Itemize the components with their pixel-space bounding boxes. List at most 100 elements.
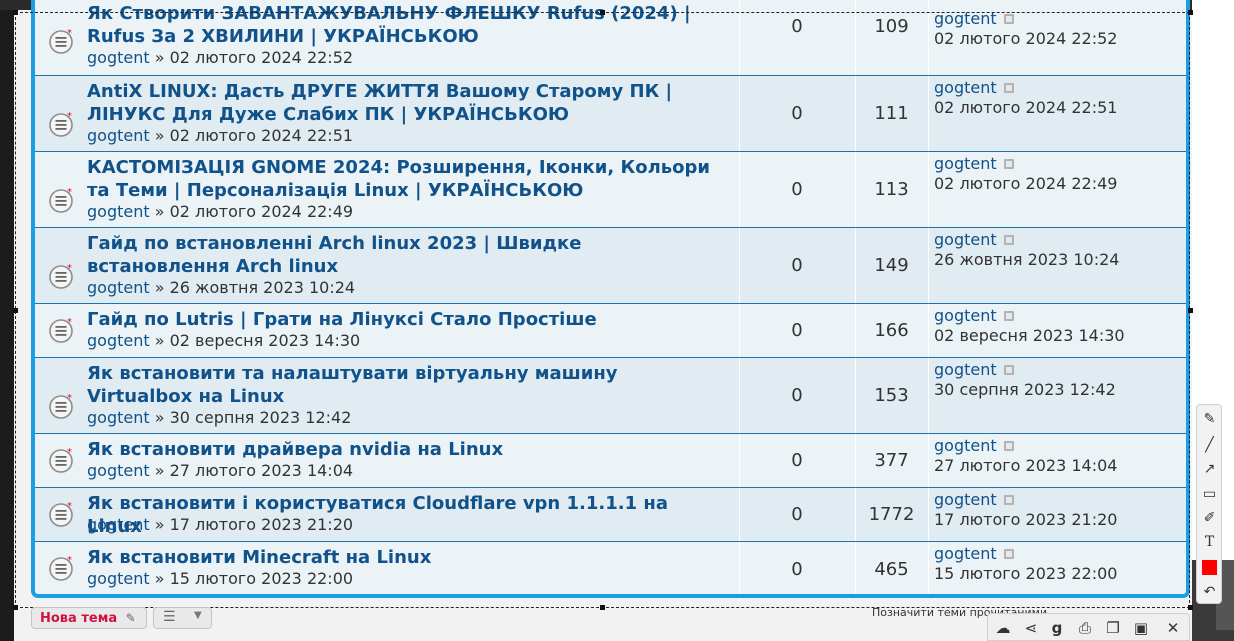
byline-separator: » bbox=[149, 278, 170, 297]
topic-title-link[interactable]: Гайд по встановленні Arch linux 2023 | Ш… bbox=[87, 232, 727, 278]
copy-icon[interactable]: ❐ bbox=[1102, 618, 1124, 638]
svg-text:*: * bbox=[67, 111, 72, 122]
topic-date: 02 лютого 2024 22:52 bbox=[169, 48, 354, 67]
last-post-author-link[interactable]: gogtent bbox=[934, 9, 997, 28]
selection-resize-handle[interactable] bbox=[1188, 605, 1193, 610]
column-separator bbox=[928, 0, 929, 75]
close-icon[interactable]: ✕ bbox=[1162, 618, 1184, 638]
topic-date: 02 лютого 2024 22:51 bbox=[169, 126, 354, 145]
topic-author-link[interactable]: gogtent bbox=[87, 202, 150, 221]
topic-date: 02 вересня 2023 14:30 bbox=[169, 331, 361, 350]
svg-text:*: * bbox=[67, 447, 72, 458]
share-icon[interactable]: ⋖ bbox=[1020, 618, 1042, 638]
topic-byline: gogtent » 02 лютого 2024 22:49 bbox=[87, 202, 353, 222]
rectangle-icon[interactable]: ▭ bbox=[1201, 486, 1218, 503]
search-google-icon[interactable]: g bbox=[1046, 618, 1068, 638]
text-icon[interactable]: T bbox=[1201, 534, 1218, 551]
column-separator bbox=[928, 358, 929, 433]
topic-row: * Гайд по Lutris | Грати на Лінуксі Стало… bbox=[35, 304, 1186, 358]
selection-resize-handle[interactable] bbox=[13, 10, 18, 15]
go-to-last-post-icon[interactable] bbox=[1003, 441, 1014, 451]
topic-title-link[interactable]: Як Створити ЗАВАНТАЖУВАЛЬНУ ФЛЕШКУ Rufus… bbox=[87, 2, 727, 48]
save-icon[interactable]: ▣ bbox=[1130, 618, 1152, 638]
topic-row: * Як встановити та налаштувати віртуальну… bbox=[35, 358, 1186, 434]
selection-resize-handle[interactable] bbox=[1188, 10, 1193, 15]
last-post-date: 17 лютого 2023 21:20 bbox=[934, 510, 1118, 529]
screenshot-actions-toolbar: ☁ ⋖ g ⎙ ❐ ▣ ✕ bbox=[987, 613, 1190, 641]
topic-author-link[interactable]: gogtent bbox=[87, 48, 150, 67]
last-post-author-link[interactable]: gogtent bbox=[934, 154, 997, 173]
go-to-last-post-icon[interactable] bbox=[1003, 83, 1014, 93]
go-to-last-post-icon[interactable] bbox=[1003, 549, 1014, 559]
print-icon[interactable]: ⎙ bbox=[1074, 618, 1096, 638]
topic-read-icon: * bbox=[49, 555, 73, 581]
topic-row: * Як встановити і користуватися Cloudflar… bbox=[35, 488, 1186, 542]
pencil-icon[interactable]: ✎ bbox=[1201, 411, 1218, 428]
chevron-down-icon: ▼ bbox=[194, 610, 202, 621]
go-to-last-post-icon[interactable] bbox=[1003, 495, 1014, 505]
topic-author-link[interactable]: gogtent bbox=[87, 331, 150, 350]
topic-author-link[interactable]: gogtent bbox=[87, 515, 150, 534]
topic-title-link[interactable]: КАСТОМІЗАЦІЯ GNOME 2024: Розширення, Іко… bbox=[87, 156, 727, 202]
last-post-date: 26 жовтня 2023 10:24 bbox=[934, 250, 1120, 269]
last-post-date: 30 серпня 2023 12:42 bbox=[934, 380, 1116, 399]
topic-title-link[interactable]: Гайд по Lutris | Грати на Лінуксі Стало … bbox=[87, 308, 727, 331]
sort-options-button[interactable]: ☰ ▼ bbox=[153, 607, 212, 629]
pencil-icon: ✎ bbox=[125, 611, 136, 625]
byline-separator: » bbox=[149, 461, 170, 480]
column-separator bbox=[928, 76, 929, 151]
topic-author-link[interactable]: gogtent bbox=[87, 408, 150, 427]
topic-date: 27 лютого 2023 14:04 bbox=[169, 461, 354, 480]
marker-icon[interactable]: ✐ bbox=[1201, 510, 1218, 527]
go-to-last-post-icon[interactable] bbox=[1003, 365, 1014, 375]
go-to-last-post-icon[interactable] bbox=[1003, 159, 1014, 169]
last-post-author-link[interactable]: gogtent bbox=[934, 490, 997, 509]
topic-read-icon: * bbox=[49, 187, 73, 213]
undo-icon[interactable]: ↶ bbox=[1201, 584, 1218, 601]
views-count: 113 bbox=[874, 179, 909, 200]
arrow-icon[interactable]: ↗ bbox=[1201, 461, 1218, 478]
go-to-last-post-icon[interactable] bbox=[1003, 14, 1014, 24]
topic-author-link[interactable]: gogtent bbox=[87, 126, 150, 145]
selection-resize-handle[interactable] bbox=[13, 308, 18, 313]
topic-author-link[interactable]: gogtent bbox=[87, 461, 150, 480]
last-post-author-link[interactable]: gogtent bbox=[934, 544, 997, 563]
svg-text:*: * bbox=[67, 501, 72, 512]
last-post-author-link[interactable]: gogtent bbox=[934, 230, 997, 249]
topic-title-link[interactable]: Як встановити драйвера nvidia на Linux bbox=[87, 438, 727, 461]
selection-resize-handle[interactable] bbox=[600, 10, 605, 15]
last-post-author-link[interactable]: gogtent bbox=[934, 360, 997, 379]
byline-separator: » bbox=[149, 408, 170, 427]
topic-row: * КАСТОМІЗАЦІЯ GNOME 2024: Розширення, Ік… bbox=[35, 152, 1186, 228]
last-post-author-link[interactable]: gogtent bbox=[934, 436, 997, 455]
byline-separator: » bbox=[149, 331, 170, 350]
topic-author-link[interactable]: gogtent bbox=[87, 278, 150, 297]
topic-title-link[interactable]: AntiX LINUX: Дасть ДРУГЕ ЖИТТЯ Вашому Ст… bbox=[87, 80, 727, 126]
upload-icon[interactable]: ☁ bbox=[992, 618, 1014, 638]
selection-resize-handle[interactable] bbox=[13, 605, 18, 610]
selection-resize-handle[interactable] bbox=[1188, 308, 1193, 313]
topic-author-link[interactable]: gogtent bbox=[87, 569, 150, 588]
column-separator bbox=[928, 304, 929, 357]
views-count: 1772 bbox=[868, 504, 915, 525]
color-icon[interactable] bbox=[1202, 560, 1217, 575]
views-count: 149 bbox=[874, 255, 909, 276]
go-to-last-post-icon[interactable] bbox=[1003, 311, 1014, 321]
go-to-last-post-icon[interactable] bbox=[1003, 235, 1014, 245]
byline-separator: » bbox=[149, 202, 170, 221]
last-post-author-link[interactable]: gogtent bbox=[934, 78, 997, 97]
replies-count: 0 bbox=[791, 16, 803, 37]
line-icon[interactable]: ╱ bbox=[1201, 437, 1218, 454]
topic-title-link[interactable]: Як встановити Minecraft на Linux bbox=[87, 546, 727, 569]
selection-resize-handle[interactable] bbox=[600, 605, 605, 610]
last-post-info: gogtent 02 лютого 2024 22:52 bbox=[934, 9, 1117, 49]
views-count: 377 bbox=[874, 450, 909, 471]
topic-read-icon: * bbox=[49, 28, 73, 54]
topic-date: 02 лютого 2024 22:49 bbox=[169, 202, 354, 221]
topic-title-link[interactable]: Як встановити та налаштувати віртуальну … bbox=[87, 362, 727, 408]
new-topic-button[interactable]: Нова тема ✎ bbox=[31, 607, 147, 629]
svg-text:*: * bbox=[67, 393, 72, 404]
last-post-author-link[interactable]: gogtent bbox=[934, 306, 997, 325]
column-separator bbox=[855, 0, 856, 75]
topic-read-icon: * bbox=[49, 393, 73, 419]
